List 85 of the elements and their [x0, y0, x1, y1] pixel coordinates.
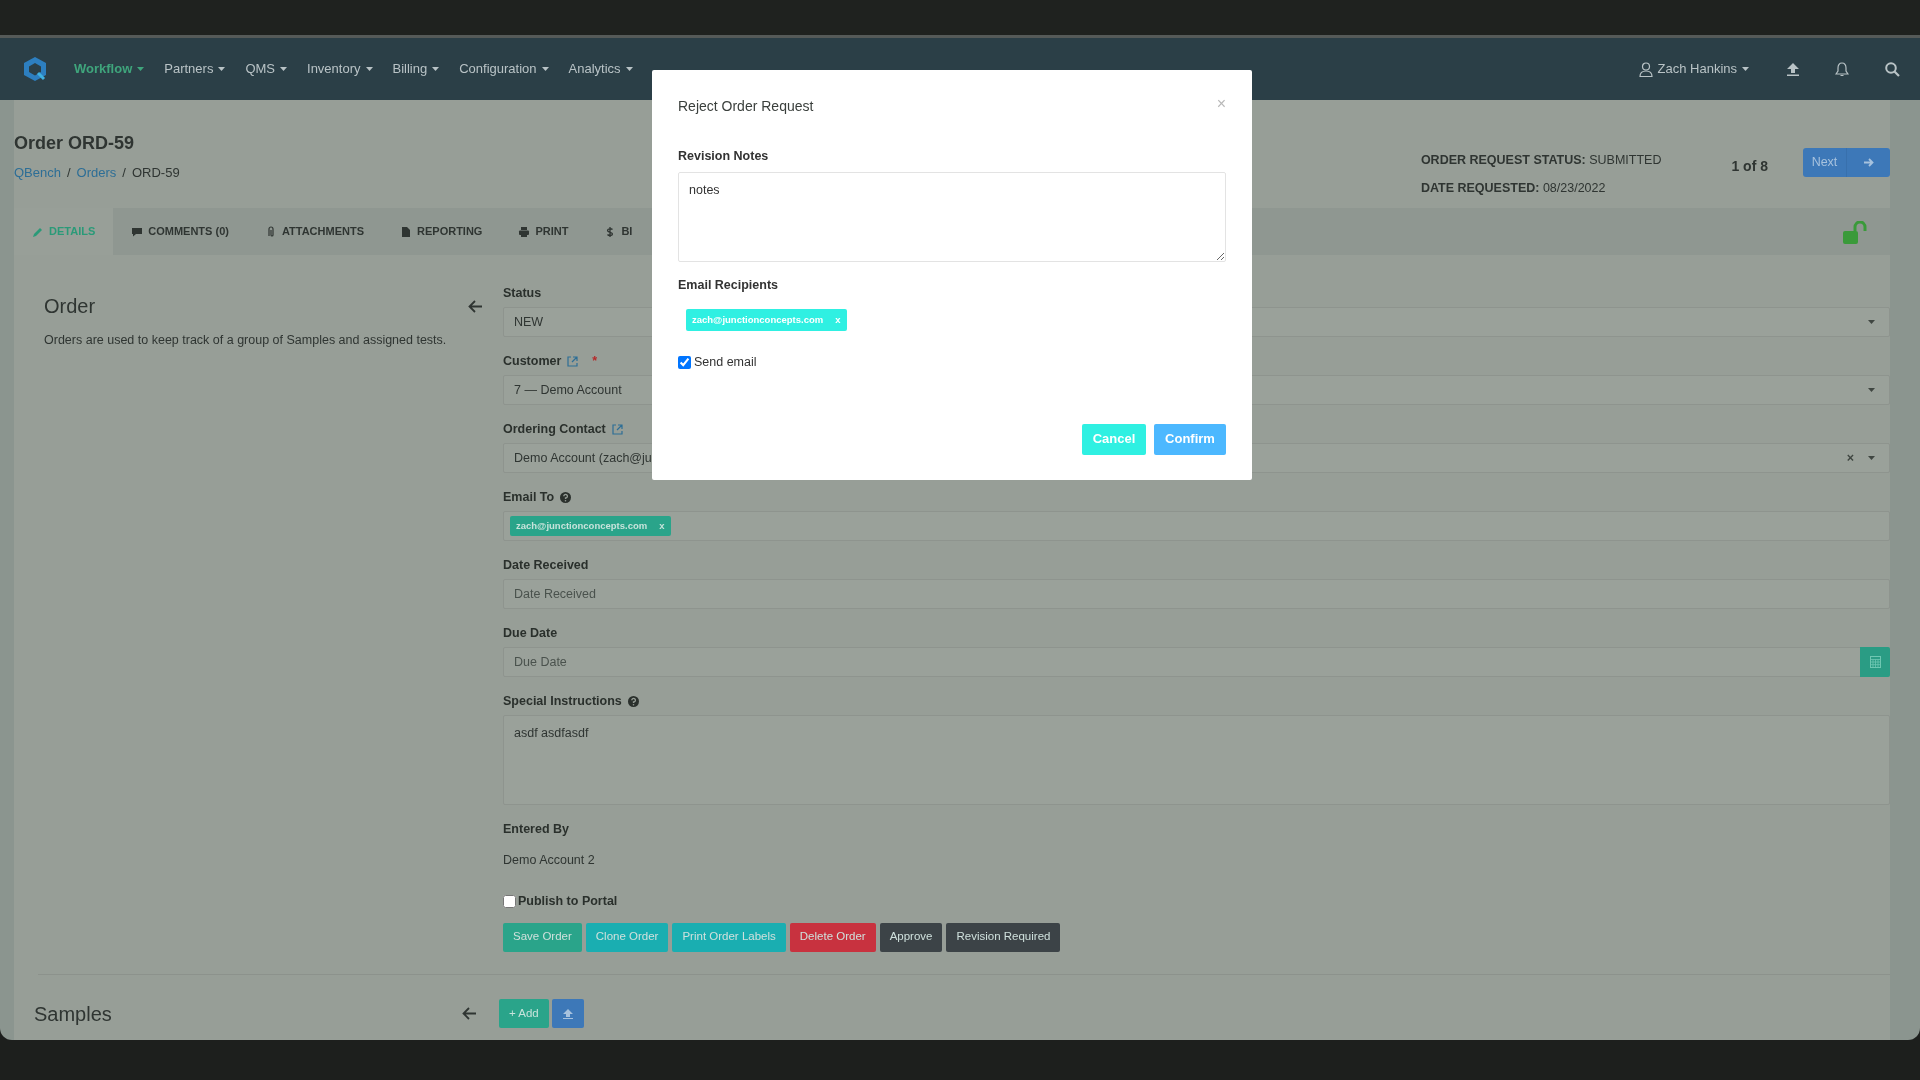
field-value: Demo Account 2	[503, 852, 596, 869]
document-icon	[400, 225, 412, 238]
date-field[interactable]: Due Date	[503, 647, 1890, 677]
caret-icon	[1868, 388, 1875, 392]
action-button[interactable]: Delete Order	[789, 922, 876, 952]
section-heading: Order	[44, 294, 96, 319]
back-arrow-icon[interactable]	[468, 299, 483, 313]
nav-menu-item[interactable]: Configuration	[459, 59, 549, 79]
text-area[interactable]: asdf asdfasdf	[503, 715, 1890, 805]
modal-title: Reject Order Request	[678, 97, 814, 116]
upload-button[interactable]	[551, 999, 584, 1028]
caret-icon	[218, 67, 226, 71]
section-heading: Samples	[34, 1001, 112, 1027]
caret-icon	[137, 67, 145, 71]
caret-icon	[280, 67, 288, 71]
record-pager: 1 of 8	[1731, 157, 1768, 176]
user-icon	[1638, 61, 1653, 77]
comment-icon	[131, 225, 144, 238]
field-label: Customer	[503, 352, 562, 370]
checkbox-label: Publish to Portal	[518, 892, 618, 910]
tab[interactable]: ATTACHMENTS	[246, 208, 382, 255]
back-arrow-icon[interactable]	[462, 1007, 477, 1020]
text-field[interactable]: Date Received	[503, 579, 1890, 609]
date-requested: DATE REQUESTED: 08/23/2022	[1420, 180, 1607, 197]
field-label: Entered By	[503, 820, 569, 838]
printer-icon	[518, 225, 531, 238]
add-button[interactable]: + Add	[499, 999, 549, 1028]
nav-menu-item[interactable]: Partners	[164, 59, 226, 79]
help-icon	[627, 695, 639, 707]
email-tag: zach@junctionconcepts.com x	[686, 308, 847, 331]
tags-field[interactable]: zach@junctionconcepts.com x	[503, 511, 1890, 541]
field-label: Date Received	[503, 556, 589, 574]
caret-icon	[1868, 456, 1875, 460]
field-label: Email Recipients	[678, 276, 780, 294]
tab[interactable]: COMMENTS (0)	[113, 208, 247, 255]
next-button[interactable]: Next	[1803, 148, 1890, 177]
clear-button[interactable]: ×	[1846, 448, 1854, 468]
upload-icon[interactable]	[1787, 62, 1799, 76]
search-icon[interactable]	[1885, 61, 1900, 77]
caret-icon	[1742, 67, 1749, 71]
field-label: Ordering Contact	[503, 420, 606, 438]
page-title: Order ORD-59	[14, 132, 135, 155]
checkbox[interactable]	[678, 355, 691, 369]
caret-icon	[541, 67, 549, 71]
logo-icon[interactable]	[22, 56, 48, 82]
action-button[interactable]: Approve	[879, 922, 943, 952]
breadcrumb-link[interactable]: Orders	[76, 163, 117, 183]
action-button[interactable]: Save Order	[503, 922, 582, 952]
section-description: Orders are used to keep track of a group of Samples and assigned tests.	[44, 332, 448, 349]
request-status: ORDER REQUEST STATUS: SUBMITTED	[1420, 152, 1662, 169]
nav-menu-item[interactable]: QMS	[245, 59, 288, 79]
caret-icon	[1868, 320, 1875, 324]
nav-menu-item[interactable]: Inventory	[307, 59, 373, 79]
caret-icon	[432, 67, 440, 71]
user-menu[interactable]: Zach Hankins	[1638, 59, 1749, 79]
calendar-icon	[1869, 656, 1881, 668]
confirm-button[interactable]: Confirm	[1154, 423, 1226, 455]
tab[interactable]: REPORTING	[382, 208, 501, 255]
help-icon	[560, 491, 572, 503]
notes-field[interactable]: notes	[678, 171, 1226, 262]
email-tag: zach@junctionconcepts.com x	[510, 515, 671, 537]
tab[interactable]: BI	[586, 208, 651, 255]
breadcrumb-separator: /	[67, 164, 71, 182]
bell-icon[interactable]	[1835, 61, 1849, 77]
breadcrumb-separator: /	[122, 164, 126, 182]
remove-tag-button[interactable]: x	[659, 518, 665, 534]
field-label: Due Date	[503, 624, 558, 642]
field-label: Special Instructions	[503, 692, 622, 710]
nav-menu-item[interactable]: Analytics	[568, 59, 633, 79]
nav-menu-item[interactable]: Billing	[392, 59, 440, 79]
field-label: Email To	[503, 488, 555, 506]
field-label: Revision Notes	[678, 148, 770, 165]
upload-icon	[562, 1008, 573, 1019]
field-label: Status	[503, 284, 542, 302]
caret-icon	[625, 67, 633, 71]
arrow-right-icon	[1863, 158, 1874, 167]
caret-icon	[365, 67, 373, 71]
action-button[interactable]: Revision Required	[946, 922, 1061, 952]
nav-menu-item[interactable]: Workflow	[74, 59, 145, 79]
tab[interactable]: PRINT	[500, 208, 587, 255]
breadcrumb-current: ORD-59	[131, 164, 180, 182]
required-mark: *	[592, 352, 598, 370]
checkbox-label: Send email	[694, 353, 757, 371]
checkbox[interactable]	[503, 894, 516, 908]
pencil-icon	[32, 225, 44, 238]
